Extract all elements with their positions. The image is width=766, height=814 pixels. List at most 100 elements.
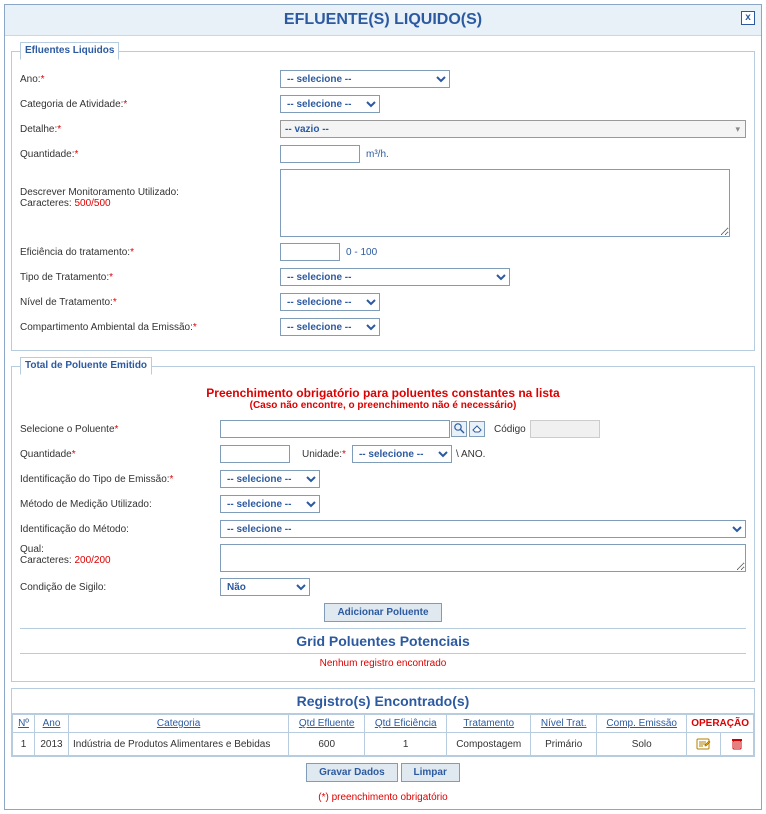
cell-nivel-trat: Primário [531, 733, 597, 756]
nivel-trat-select[interactable]: -- selecione -- [280, 293, 380, 311]
detalhe-required: * [57, 124, 61, 135]
gravar-button[interactable]: Gravar Dados [306, 763, 398, 782]
categoria-required: * [123, 99, 127, 110]
nivel-trat-required: * [113, 297, 117, 308]
poluente-subtitle: Preenchimento obrigatório para poluentes… [20, 386, 746, 400]
quantidade2-label: Quantidade [20, 449, 72, 460]
col-qtd-efluente[interactable]: Qtd Efluente [289, 715, 365, 733]
sigilo-label: Condição de Sigilo: [20, 582, 106, 593]
limpar-button[interactable]: Limpar [401, 763, 460, 782]
efluentes-window: EFLUENTE(S) LIQUIDO(S) x Efluentes Liqui… [4, 4, 762, 810]
unidade-suffix: \ ANO. [456, 449, 485, 460]
ident-tipo-required: * [170, 474, 174, 485]
eraser-icon[interactable] [469, 421, 485, 437]
monitor-caracteres-label: Caracteres: [20, 198, 74, 209]
detalhe-label: Detalhe: [20, 124, 57, 135]
qual-caracteres-label: Caracteres: [20, 555, 74, 566]
col-num[interactable]: Nº [13, 715, 35, 733]
quantidade2-required: * [72, 449, 76, 460]
footer-buttons: Gravar Dados Limpar [5, 763, 761, 782]
monitor-label: Descrever Monitoramento Utilizado: [20, 187, 179, 198]
ident-metodo-label: Identificação do Método: [20, 524, 129, 535]
sigilo-select[interactable]: Não [220, 578, 310, 596]
cell-ano: 2013 [35, 733, 69, 756]
mandatory-note: (*) preenchimento obrigatório [5, 788, 761, 809]
cell-num: 1 [13, 733, 35, 756]
compartimento-select[interactable]: -- selecione -- [280, 318, 380, 336]
quantidade-input[interactable] [280, 145, 360, 163]
categoria-select[interactable]: -- selecione -- [280, 95, 380, 113]
monitor-caracteres-count: 500/500 [74, 198, 110, 209]
add-poluente-button[interactable]: Adicionar Poluente [324, 603, 441, 622]
categoria-label: Categoria de Atividade: [20, 99, 123, 110]
ident-tipo-select[interactable]: -- selecione -- [220, 470, 320, 488]
cell-tratamento: Compostagem [447, 733, 531, 756]
quantidade-unit: m³/h. [366, 149, 389, 160]
codigo-display [530, 420, 600, 438]
monitor-textarea[interactable] [280, 169, 730, 237]
ano-select[interactable]: -- selecione -- [280, 70, 450, 88]
poluente-input[interactable] [220, 420, 450, 438]
unidade-label: Unidade:* [302, 449, 346, 460]
ident-metodo-select[interactable]: -- selecione -- [220, 520, 746, 538]
quantidade2-input[interactable] [220, 445, 290, 463]
table-row: 1 2013 Indústria de Produtos Alimentares… [13, 733, 754, 756]
metodo-medicao-select[interactable]: -- selecione -- [220, 495, 320, 513]
qual-label: Qual: [20, 544, 44, 555]
close-button[interactable]: x [741, 11, 755, 25]
grid-poluentes-title: Grid Poluentes Potenciais [20, 628, 746, 654]
col-nivel-trat[interactable]: Nível Trat. [531, 715, 597, 733]
tipo-trat-select[interactable]: -- selecione -- [280, 268, 510, 286]
cell-categoria: Indústria de Produtos Alimentares e Bebi… [69, 733, 289, 756]
no-records-msg: Nenhum registro encontrado [20, 654, 746, 673]
chevron-down-icon: ▾ [732, 124, 743, 135]
delete-icon[interactable] [729, 736, 745, 752]
registros-table: Nº Ano Categoria Qtd Efluente Qtd Eficiê… [12, 714, 754, 756]
ano-label: Ano: [20, 74, 41, 85]
col-tratamento[interactable]: Tratamento [447, 715, 531, 733]
cell-comp-emissao: Solo [597, 733, 687, 756]
col-qtd-eficiencia[interactable]: Qtd Eficiência [365, 715, 447, 733]
cell-qtd-eficiencia: 1 [365, 733, 447, 756]
compartimento-required: * [193, 322, 197, 333]
detalhe-value: -- vazio -- [283, 124, 732, 135]
compartimento-label: Compartimento Ambiental da Emissão: [20, 322, 193, 333]
poluente-legend: Total de Poluente Emitido [20, 357, 152, 375]
window-title: EFLUENTE(S) LIQUIDO(S) [284, 11, 482, 28]
efluentes-fieldset: Efluentes Liquidos Ano:* -- selecione --… [11, 42, 755, 351]
edit-icon[interactable] [695, 736, 711, 752]
tipo-trat-required: * [109, 272, 113, 283]
selecione-poluente-required: * [115, 424, 119, 435]
registros-title: Registro(s) Encontrado(s) [12, 689, 754, 714]
quantidade-required: * [75, 149, 79, 160]
col-comp-emissao[interactable]: Comp. Emissão [597, 715, 687, 733]
tipo-trat-label: Tipo de Tratamento: [20, 272, 109, 283]
col-ano[interactable]: Ano [35, 715, 69, 733]
cell-delete [720, 733, 753, 756]
efluentes-legend: Efluentes Liquidos [20, 42, 119, 60]
qual-textarea[interactable] [220, 544, 746, 572]
eficiencia-required: * [130, 247, 134, 258]
eficiencia-range: 0 - 100 [346, 247, 377, 258]
registros-section: Registro(s) Encontrado(s) Nº Ano Categor… [11, 688, 755, 757]
title-bar: EFLUENTE(S) LIQUIDO(S) x [5, 5, 761, 36]
unidade-select[interactable]: -- selecione -- [352, 445, 452, 463]
col-operacao: OPERAÇÃO [687, 715, 754, 733]
eficiencia-label: Eficiência do tratamento: [20, 247, 130, 258]
qual-caracteres-count: 200/200 [74, 555, 110, 566]
cell-edit [687, 733, 720, 756]
poluente-subtitle2: (Caso não encontre, o preenchimento não … [20, 400, 746, 411]
selecione-poluente-label: Selecione o Poluente [20, 424, 115, 435]
poluente-fieldset: Total de Poluente Emitido Preenchimento … [11, 357, 755, 682]
quantidade-label: Quantidade: [20, 149, 75, 160]
codigo-label: Código [494, 424, 526, 435]
ano-required: * [41, 74, 45, 85]
cell-qtd-efluente: 600 [289, 733, 365, 756]
nivel-trat-label: Nível de Tratamento: [20, 297, 113, 308]
metodo-medicao-label: Método de Medição Utilizado: [20, 499, 152, 510]
col-categoria[interactable]: Categoria [69, 715, 289, 733]
eficiencia-input[interactable] [280, 243, 340, 261]
search-icon[interactable] [451, 421, 467, 437]
detalhe-select[interactable]: -- vazio -- ▾ [280, 120, 746, 138]
ident-tipo-label: Identificação do Tipo de Emissão: [20, 474, 170, 485]
